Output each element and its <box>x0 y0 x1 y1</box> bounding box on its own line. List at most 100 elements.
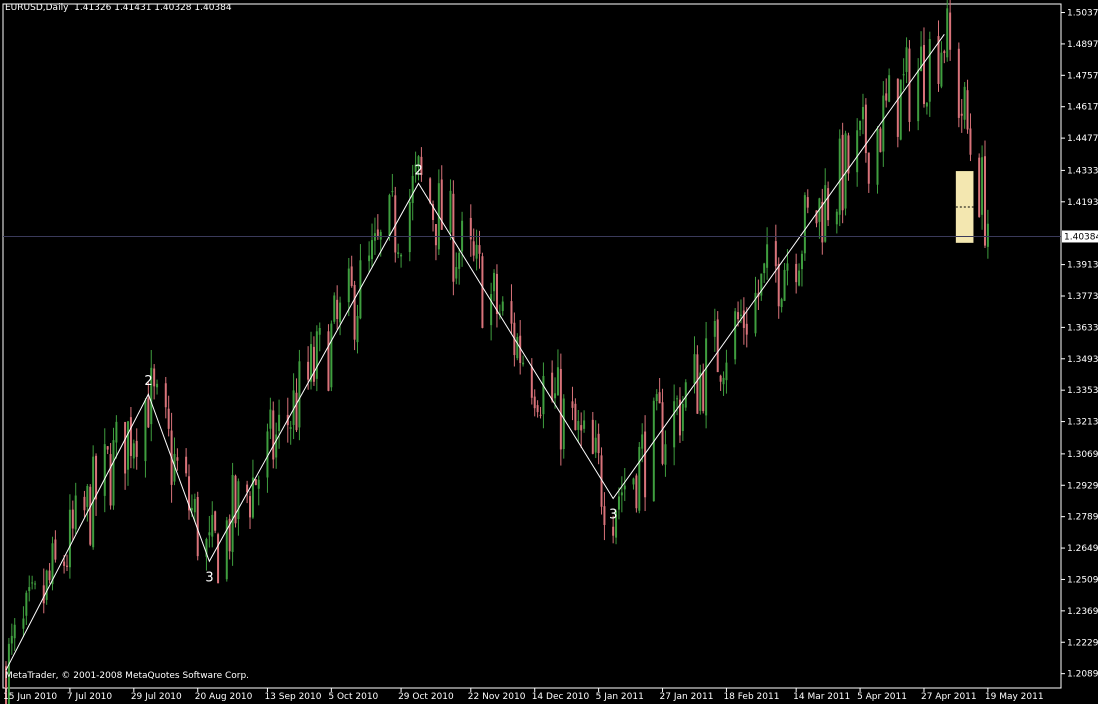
candle-body <box>63 561 66 566</box>
candle-body <box>231 474 234 552</box>
candle-body <box>841 134 844 211</box>
candle-body <box>664 444 667 465</box>
candle-body <box>922 45 925 104</box>
candle-body <box>774 241 777 267</box>
x-tick-label: 5 Jan 2011 <box>596 692 644 702</box>
copyright-text: MetaTrader, © 2001-2008 MetaQuotes Softw… <box>5 671 250 681</box>
candle-body <box>705 338 708 416</box>
candle-body <box>109 454 112 506</box>
candle-body <box>542 375 545 415</box>
candle-body <box>330 323 333 388</box>
zigzag-label: 3 <box>205 570 213 585</box>
candle-body <box>963 86 966 120</box>
candle-body <box>888 75 891 102</box>
candle-body <box>556 367 559 396</box>
candle-body <box>983 156 986 246</box>
candle-body <box>164 383 167 408</box>
candle-body <box>13 624 16 639</box>
candle-body <box>356 315 359 343</box>
candle-body <box>725 362 728 381</box>
candle-body <box>25 592 28 616</box>
candle-body <box>530 366 533 398</box>
candle-body <box>89 486 92 545</box>
candle-body <box>559 368 562 450</box>
candle-body <box>318 328 321 335</box>
candle-body <box>925 102 928 107</box>
candle-body <box>824 185 827 242</box>
y-tick-label: 1.37730 <box>1067 292 1098 302</box>
candle-body <box>571 401 574 408</box>
candle-body <box>257 479 260 489</box>
candle-body <box>289 427 292 429</box>
candle-body <box>501 301 504 312</box>
y-tick-label: 1.23690 <box>1067 607 1098 617</box>
candle-body <box>10 635 13 644</box>
candle-body <box>127 421 130 470</box>
candle-body <box>272 410 275 460</box>
candle-body <box>539 414 542 416</box>
candle-body <box>193 499 196 513</box>
ohlc-values: 1.41326 1.41431 1.40328 1.40384 <box>74 3 232 13</box>
candle-body <box>217 534 220 584</box>
candle-body <box>652 400 655 502</box>
x-tick-label: 27 Jan 2011 <box>660 692 714 702</box>
candle-body <box>986 223 989 247</box>
candle-body <box>298 361 301 428</box>
candle-body <box>176 457 179 461</box>
candle-body <box>734 311 737 360</box>
y-tick-label: 1.41930 <box>1067 198 1098 208</box>
x-tick-label: 5 Apr 2011 <box>857 692 907 702</box>
candle-body <box>185 456 188 474</box>
candle-body <box>388 195 391 236</box>
candle-body <box>763 263 766 274</box>
x-tick-label: 18 Feb 2011 <box>723 692 779 702</box>
candle-body <box>960 113 963 116</box>
time-axis: 15 Jun 2010 7 Jul 2010 29 Jul 2010 20 Aug 2… <box>3 688 1044 702</box>
candle-body <box>124 421 127 474</box>
candle-body <box>411 175 414 204</box>
price-chart[interactable]: 2 3 2 3 1.50370 1.48970 1.47570 1.46170 1.44770… <box>0 0 1098 704</box>
candle-body <box>946 8 949 58</box>
candle-body <box>896 78 899 137</box>
candle-body <box>632 478 635 485</box>
x-tick-label: 7 Jul 2010 <box>67 692 112 702</box>
x-tick-label: 20 Aug 2010 <box>195 692 253 702</box>
y-tick-label: 1.30690 <box>1067 450 1098 460</box>
candle-body <box>135 440 138 457</box>
candle-body <box>949 12 952 50</box>
candle-body <box>22 618 25 629</box>
candle-body <box>31 582 34 584</box>
y-tick-label: 1.25090 <box>1067 575 1098 585</box>
candle-body <box>472 241 475 256</box>
chart-border <box>2 3 1062 689</box>
candle-body <box>928 39 931 102</box>
x-tick-label: 22 Nov 2010 <box>468 692 526 702</box>
candle-body <box>478 245 481 254</box>
candle-body <box>522 362 525 365</box>
x-tick-label: 27 Apr 2011 <box>921 692 977 702</box>
candle-body <box>859 120 862 130</box>
candle-body <box>106 446 109 450</box>
candle-body <box>876 128 879 185</box>
candle-body <box>249 496 252 518</box>
candle-body <box>620 492 623 496</box>
candle-body <box>408 202 411 253</box>
candle-body <box>132 443 135 459</box>
candle-body <box>879 128 882 153</box>
candle-body <box>905 47 908 72</box>
x-tick-label: 13 Sep 2010 <box>264 692 321 702</box>
candle-body <box>716 319 719 373</box>
y-tick-label: 1.27890 <box>1067 513 1098 523</box>
candle-body <box>147 398 150 428</box>
candle-body <box>391 191 394 193</box>
y-tick-label: 1.43330 <box>1067 166 1098 176</box>
candle-body <box>580 425 583 431</box>
candle-body <box>612 526 615 536</box>
y-tick-label: 1.20890 <box>1067 670 1098 680</box>
candle-body <box>449 190 452 233</box>
x-tick-label: 19 May 2011 <box>985 692 1044 702</box>
candle-body <box>516 336 519 359</box>
candle-body <box>574 403 577 431</box>
candle-body <box>237 481 240 520</box>
candle-body <box>353 284 356 340</box>
